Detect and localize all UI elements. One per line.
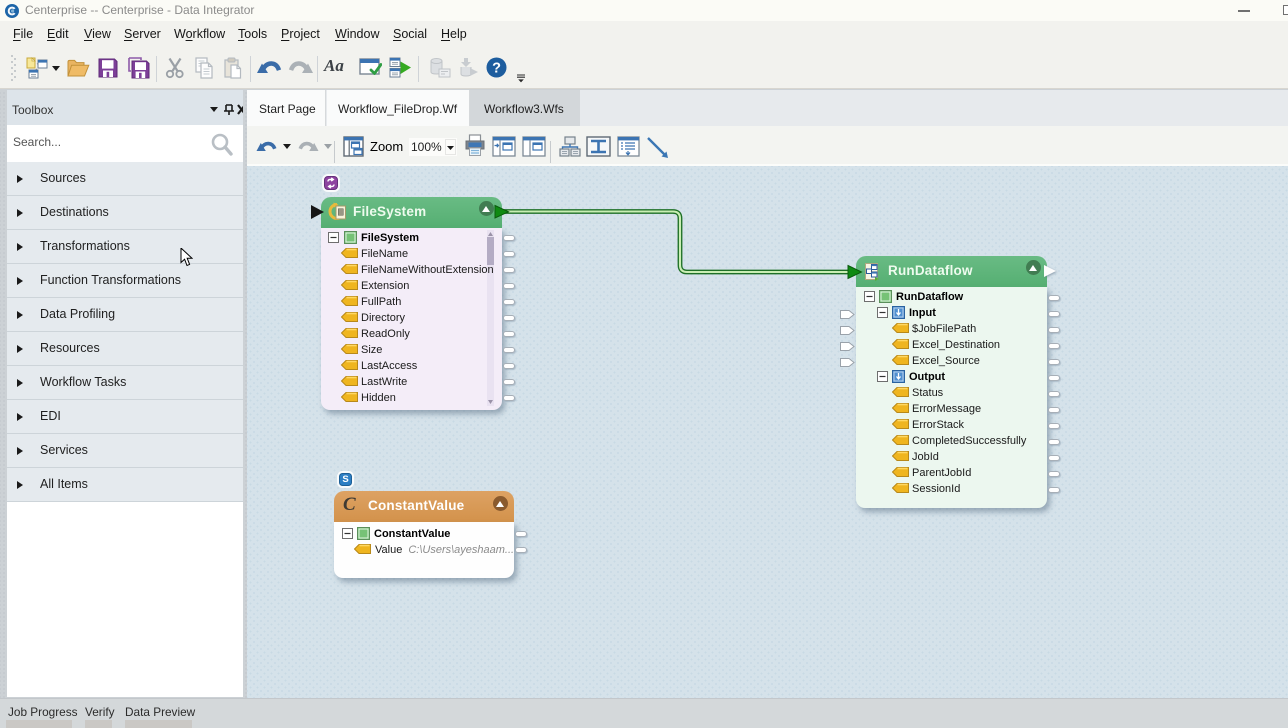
svg-text:?: ?	[492, 61, 501, 77]
